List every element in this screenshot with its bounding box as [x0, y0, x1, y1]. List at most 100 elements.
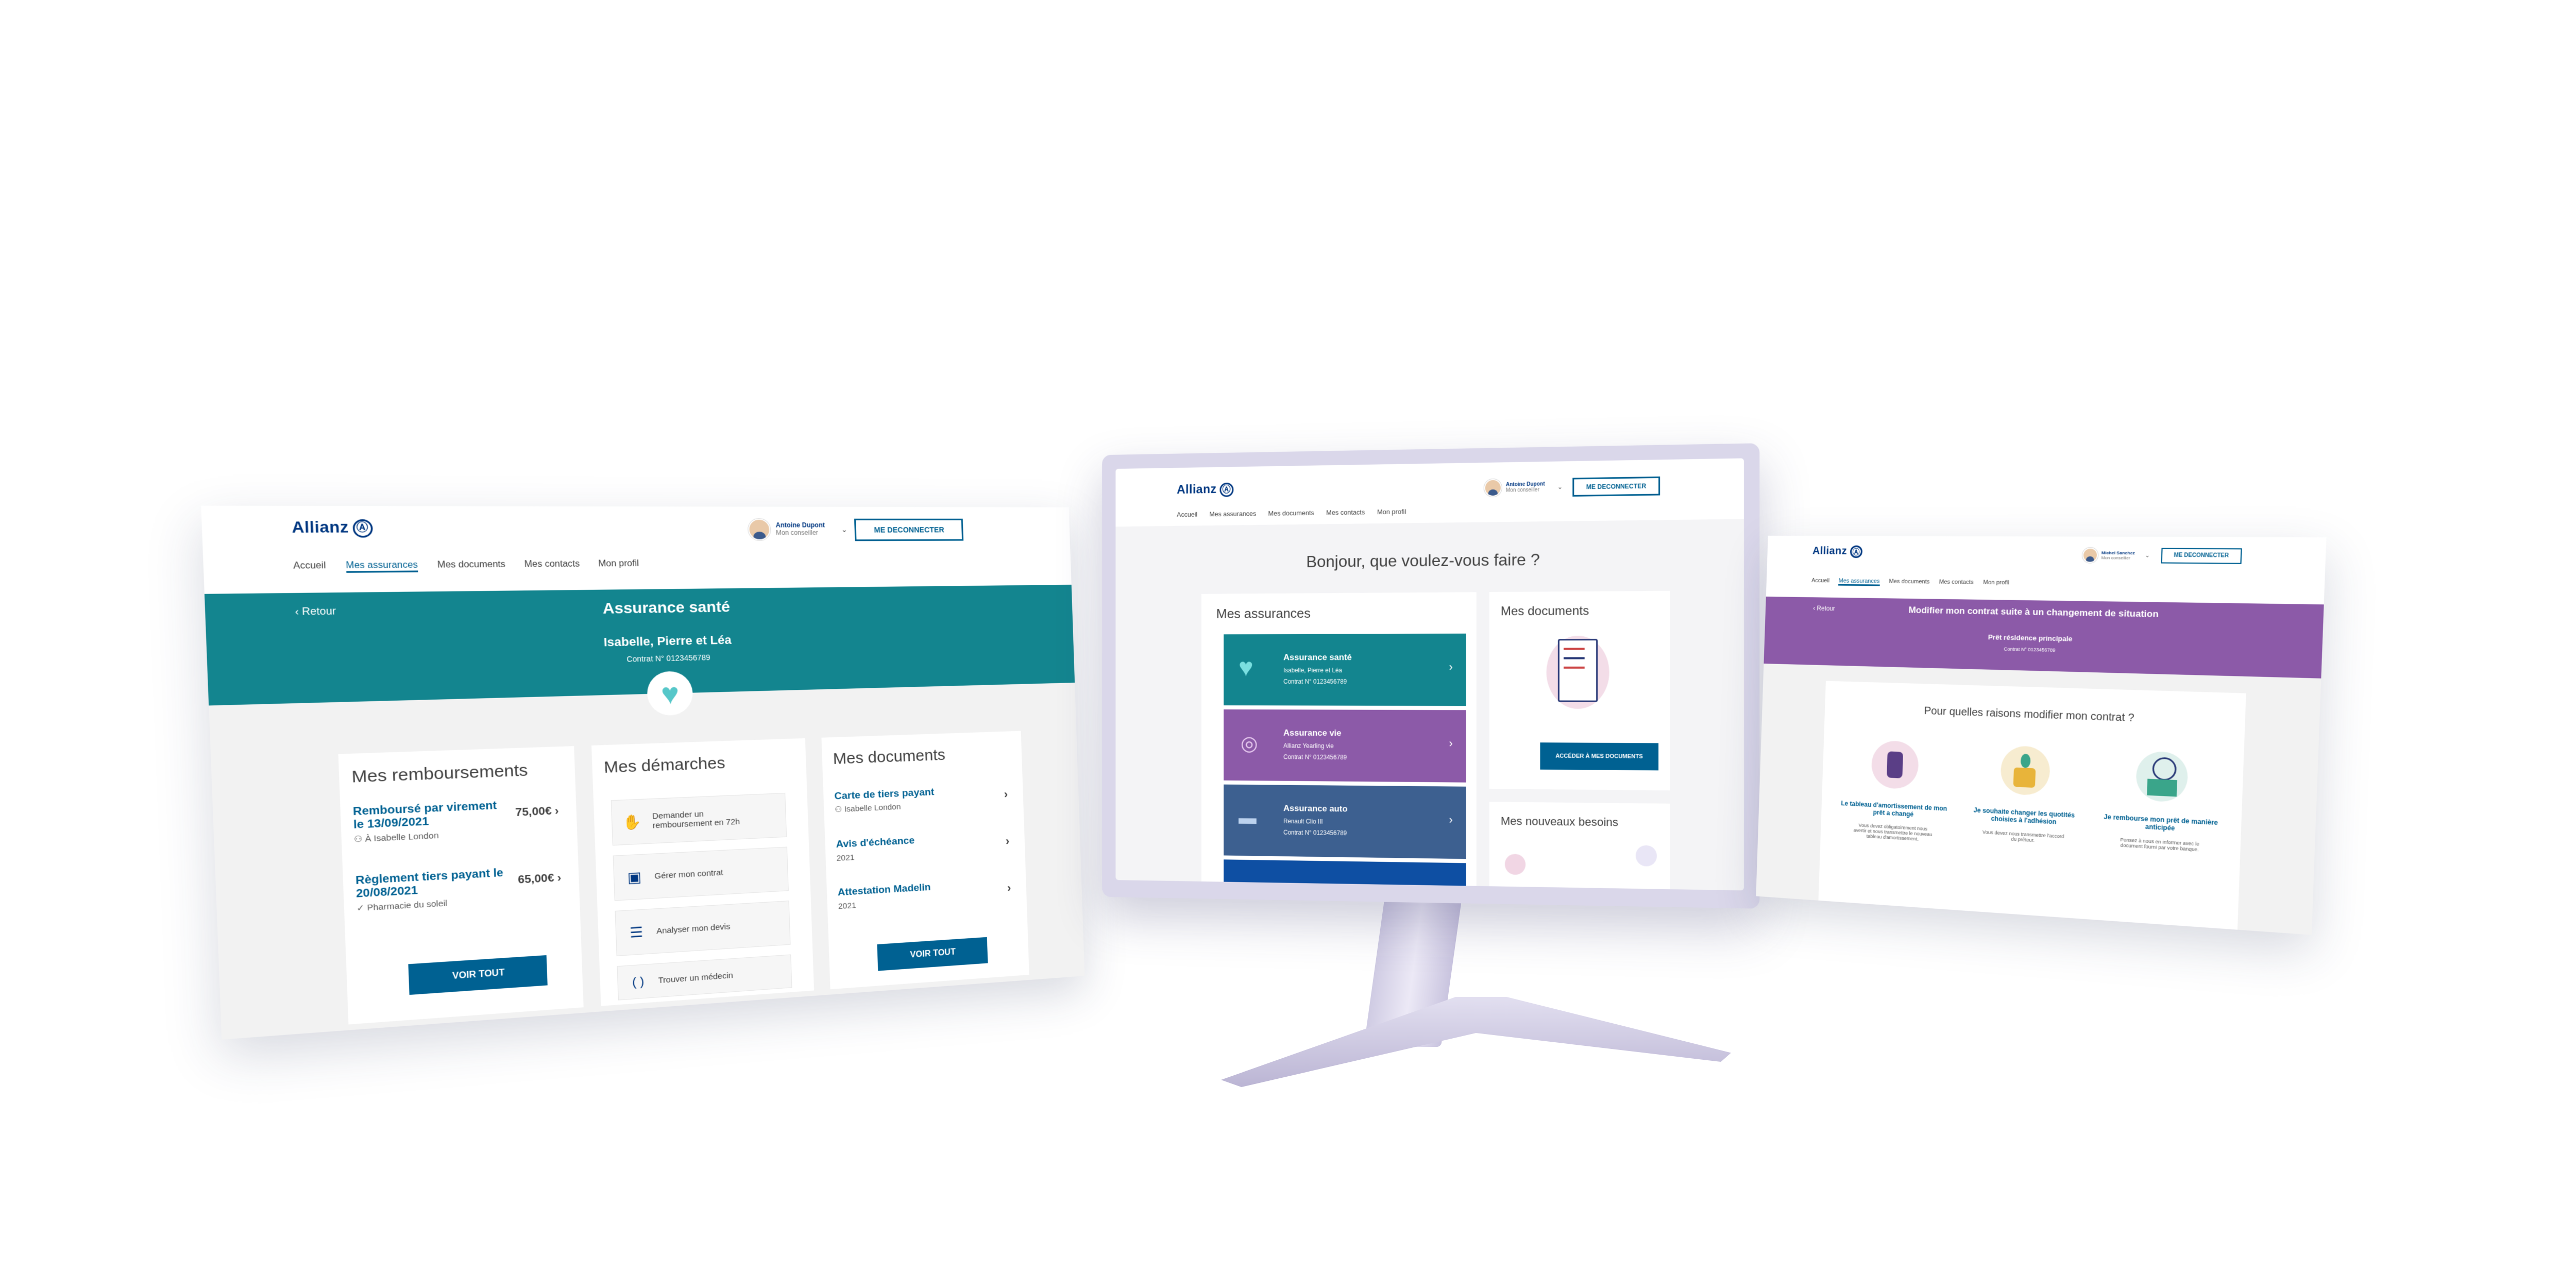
user-role: Mon conseiller — [775, 529, 819, 537]
insurance-life-card[interactable]: ◎ Assurance vie Allianz Yearling vie Con… — [1224, 709, 1466, 783]
avatar — [2082, 547, 2098, 563]
reasons-question: Pour quelles raisons modifier mon contra… — [1924, 705, 2135, 724]
nav-mes-documents[interactable]: Mes documents — [1268, 509, 1314, 517]
user-role: Mon conseiller — [1505, 487, 1539, 494]
logout-button[interactable]: ME DECONNECTER — [854, 518, 964, 541]
chevron-down-icon[interactable]: ⌄ — [1557, 483, 1563, 490]
reason-title: Je rembourse mon prêt de manière anticip… — [2104, 812, 2218, 833]
logout-button[interactable]: ME DECONNECTER — [1572, 476, 1660, 497]
insurance-title: Assurance auto — [1283, 803, 1348, 814]
user-name: Antoine Dupont — [775, 521, 825, 529]
stethoscope-icon: ( ) — [632, 974, 645, 989]
left-screen-health-insurance: Allianz Ⓐ Antoine Dupont Mon conseiller ⌄… — [201, 505, 1085, 1040]
header: Allianz Ⓐ Antoine Dupont Mon conseiller ⌄… — [201, 505, 1072, 594]
step-label: Demander un remboursement en 72h — [652, 809, 740, 831]
nav-mes-documents[interactable]: Mes documents — [437, 560, 506, 572]
chevron-right-icon: › — [557, 871, 562, 884]
nav-mon-profil[interactable]: Mon profil — [1983, 579, 2009, 587]
nav-mes-documents[interactable]: Mes documents — [1889, 578, 1929, 586]
needs-illustration — [1504, 854, 1526, 875]
reimbursement-item[interactable]: Remboursé par virement le 13/09/2021 ⚇ À… — [353, 797, 560, 844]
amount-text: 75,00€ — [515, 805, 552, 819]
insurance-contract: Contrat N° 0123456789 — [1283, 828, 1347, 837]
user-role: Mon conseiller — [2101, 555, 2130, 561]
documents-title: Mes documents — [833, 746, 946, 768]
reason-title: Le tableau d'amortissement de mon prêt a… — [1841, 799, 1947, 818]
allianz-logo[interactable]: Allianz Ⓐ — [1812, 545, 1863, 558]
header: Allianz Ⓐ Antoine Dupont Mon conseiller ⌄… — [1115, 458, 1744, 527]
document-item[interactable]: Carte de tiers payant ⚇ Isabelle London … — [834, 784, 1008, 815]
steps-title: Mes démarches — [603, 754, 726, 777]
see-all-reimbursements-button[interactable]: VOIR TOUT — [408, 955, 548, 995]
chevron-right-icon: › — [1449, 660, 1453, 673]
chevron-right-icon: › — [1005, 834, 1010, 848]
user-menu[interactable]: Antoine Dupont Mon conseiller ⌄ — [1484, 478, 1563, 497]
nav-mes-assurances[interactable]: Mes assurances — [345, 560, 418, 573]
page-title: Modifier mon contrat suite à un changeme… — [1908, 605, 2159, 620]
documents-title: Mes documents — [1500, 604, 1589, 619]
content-area: Pour quelles raisons modifier mon contra… — [1756, 664, 2321, 935]
avatar — [1484, 479, 1502, 497]
main-nav: Accueil Mes assurances Mes documents Mes… — [1177, 507, 1406, 518]
see-all-documents-button[interactable]: VOIR TOUT — [877, 937, 988, 971]
reimbursements-card: Mes remboursements Remboursé par viremen… — [338, 746, 584, 1025]
document-item[interactable]: Attestation Madelin 2021 › — [838, 877, 1011, 911]
step-manage-contract[interactable]: ▣ Gérer mon contrat — [613, 846, 789, 901]
insurances-card: Mes assurances ♥ Assurance santé Isabell… — [1201, 592, 1477, 886]
nav-accueil[interactable]: Accueil — [1177, 511, 1197, 518]
reason-title: Je souhaite changer les quotités choisie… — [1973, 806, 2075, 826]
header: Allianz Ⓐ Michel Sanchez Mon conseiller ⌄… — [1766, 535, 2327, 605]
document-item[interactable]: Avis d'échéance 2021 › — [836, 831, 1010, 863]
house-clock-illustration-icon — [2135, 751, 2189, 803]
chevron-right-icon: › — [1007, 881, 1011, 895]
step-refund-request[interactable]: ✋ Demander un remboursement en 72h — [611, 792, 787, 846]
coins-plant-illustration-icon — [1999, 745, 2051, 796]
insurance-contract: Contrat N° 0123456789 — [1283, 753, 1347, 761]
coins-icon: ◎ — [1240, 732, 1258, 755]
user-menu[interactable]: Antoine Dupont Mon conseiller ⌄ — [748, 518, 848, 540]
access-documents-button[interactable]: ACCÉDER À MES DOCUMENTS — [1540, 742, 1659, 771]
checklist-icon — [1557, 639, 1598, 702]
allianz-mark-icon: Ⓐ — [1219, 482, 1234, 497]
nav-mes-contacts[interactable]: Mes contacts — [1326, 508, 1365, 516]
nav-mes-contacts[interactable]: Mes contacts — [1939, 579, 1974, 587]
allianz-logo[interactable]: Allianz Ⓐ — [292, 519, 373, 538]
documents-illustration — [1546, 635, 1609, 709]
reason-early-repayment[interactable]: Je rembourse mon prêt de manière anticip… — [2097, 749, 2226, 854]
reason-quotas[interactable]: Je souhaite changer les quotités choisie… — [1963, 744, 2087, 846]
allianz-mark-icon: Ⓐ — [1850, 545, 1863, 558]
chevron-down-icon[interactable]: ⌄ — [2145, 552, 2150, 558]
documents-card: Mes documents ACCÉDER À MES DOCUMENTS — [1489, 590, 1670, 791]
new-needs-card: Mes nouveaux besoins — [1489, 802, 1670, 889]
step-label: Gérer mon contrat — [654, 868, 723, 881]
nav-mes-contacts[interactable]: Mes contacts — [524, 560, 580, 572]
hand-coin-icon: ✋ — [622, 813, 642, 831]
document-sub-text: Isabelle London — [844, 802, 901, 814]
reimbursement-item[interactable]: Règlement tiers payant le 20/08/2021 ✓ P… — [355, 864, 562, 913]
nav-mon-profil[interactable]: Mon profil — [1377, 507, 1406, 516]
monitor-frame: Allianz Ⓐ Antoine Dupont Mon conseiller ⌄… — [1102, 443, 1760, 909]
chevron-right-icon: › — [1004, 787, 1008, 801]
nav-accueil[interactable]: Accueil — [1811, 578, 1829, 586]
nav-mon-profil[interactable]: Mon profil — [598, 559, 639, 571]
step-find-doctor[interactable]: ( ) Trouver un médecin — [617, 954, 792, 1001]
beneficiary-text: À Isabelle London — [365, 831, 439, 844]
avatar — [748, 518, 771, 540]
nav-mes-assurances[interactable]: Mes assurances — [1838, 578, 1880, 586]
main-nav: Accueil Mes assurances Mes documents Mes… — [293, 559, 639, 573]
step-analyze-quote[interactable]: ☰ Analyser mon devis — [615, 901, 791, 956]
allianz-logo[interactable]: Allianz Ⓐ — [1177, 482, 1234, 498]
user-menu[interactable]: Michel Sanchez Mon conseiller ⌄ — [2082, 547, 2150, 564]
reason-amortization[interactable]: Le tableau d'amortissement de mon prêt a… — [1836, 739, 1953, 843]
new-needs-title: Mes nouveaux besoins — [1500, 814, 1619, 829]
insurance-health-card[interactable]: ♥ Assurance santé Isabelle, Pierre et Lé… — [1224, 633, 1466, 706]
chevron-right-icon: › — [1449, 737, 1453, 750]
nav-accueil[interactable]: Accueil — [293, 561, 326, 573]
nav-mes-assurances[interactable]: Mes assurances — [1209, 510, 1256, 518]
insurance-next-card[interactable] — [1224, 859, 1466, 886]
logo-text: Allianz — [1812, 545, 1848, 557]
logout-button[interactable]: ME DECONNECTER — [2161, 548, 2242, 564]
insurance-auto-card[interactable]: ▬ Assurance auto Renault Clio III Contra… — [1224, 784, 1466, 859]
amount-text: 65,00€ — [517, 872, 554, 887]
chevron-down-icon[interactable]: ⌄ — [841, 525, 848, 534]
